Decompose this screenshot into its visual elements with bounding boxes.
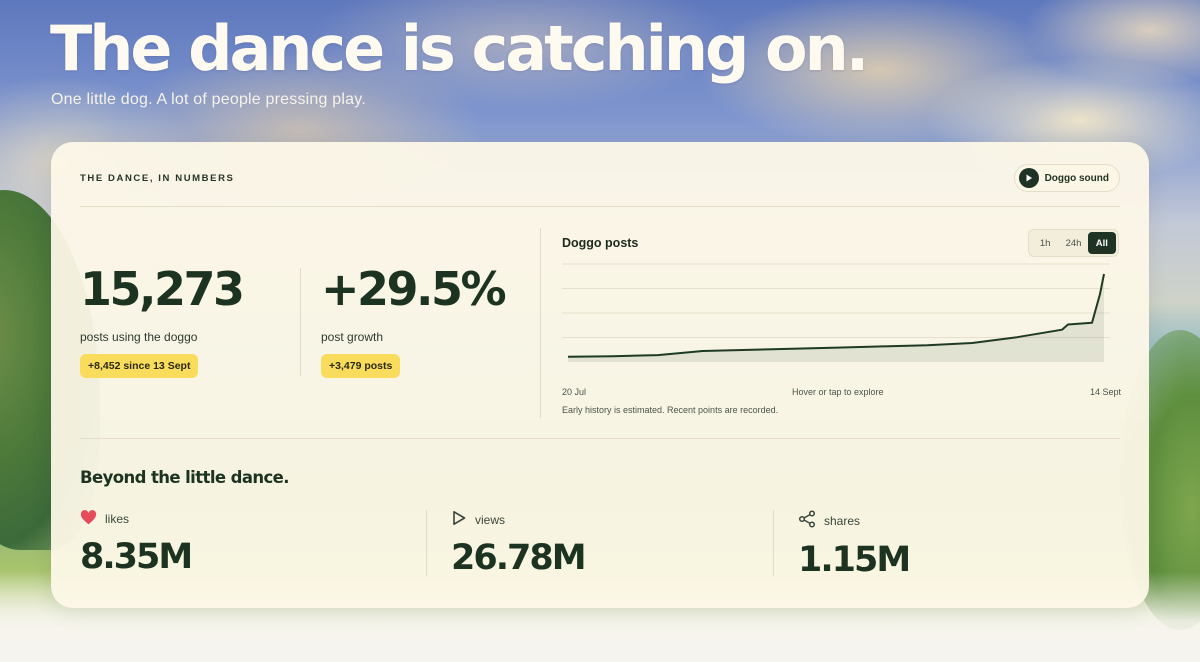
shares-label: shares	[824, 513, 861, 528]
hero-title: The dance is catching on.	[50, 12, 869, 85]
growth-percent: +29.5%	[321, 262, 507, 316]
range-selector: 1h 24h All	[1028, 229, 1119, 257]
posts-stat: 15,273 posts using the doggo +8,452 sinc…	[80, 262, 245, 378]
range-1h-button[interactable]: 1h	[1031, 232, 1059, 254]
x-axis-start-label: 20 Jul	[562, 387, 587, 397]
posts-chart[interactable]	[562, 260, 1110, 370]
shares-value: 1.15M	[798, 540, 911, 580]
posts-count: 15,273	[80, 262, 245, 316]
posts-label: posts using the doggo	[80, 330, 198, 344]
range-24h-button[interactable]: 24h	[1059, 232, 1087, 254]
doggo-sound-button[interactable]: Doggo sound	[1013, 164, 1120, 192]
play-outline-icon	[451, 510, 467, 529]
growth-stat: +29.5% post growth +3,479 posts	[321, 262, 507, 378]
growth-label: post growth	[321, 330, 384, 344]
hero-subtitle: One little dog. A lot of people pressing…	[51, 91, 366, 108]
chart-footnote: Early history is estimated. Recent point…	[562, 405, 779, 415]
section-divider	[80, 438, 1120, 439]
views-value: 26.78M	[451, 538, 587, 578]
likes-value: 8.35M	[80, 537, 193, 577]
posts-area	[568, 274, 1104, 362]
chart-title: Doggo posts	[562, 236, 639, 250]
shares-metric: shares 1.15M	[798, 510, 911, 580]
likes-label: likes	[105, 512, 130, 526]
share-icon	[798, 510, 816, 531]
card-eyebrow: THE DANCE, IN NUMBERS	[80, 173, 235, 184]
x-axis-end-label: 14 Sept	[1090, 387, 1122, 397]
beyond-title: Beyond the little dance.	[80, 468, 290, 487]
metric-divider-2	[773, 510, 774, 576]
chart-grid	[562, 263, 1110, 338]
heart-icon	[80, 510, 97, 528]
views-label: views	[475, 512, 506, 527]
range-all-button[interactable]: All	[1087, 232, 1116, 254]
likes-metric: likes 8.35M	[80, 510, 193, 577]
chart-hint: Hover or tap to explore	[792, 387, 884, 397]
chart-divider	[540, 228, 541, 418]
views-metric: views 26.78M	[451, 510, 587, 578]
posts-delta-badge: +8,452 since 13 Sept	[80, 354, 199, 378]
growth-delta-badge: +3,479 posts	[321, 354, 401, 378]
doggo-sound-label: Doggo sound	[1044, 172, 1109, 184]
metric-divider-1	[426, 510, 427, 576]
play-icon	[1018, 168, 1039, 188]
stats-divider	[300, 268, 301, 376]
header-divider	[80, 206, 1120, 207]
numbers-card: THE DANCE, IN NUMBERS Doggo sound 15,273…	[51, 142, 1149, 608]
